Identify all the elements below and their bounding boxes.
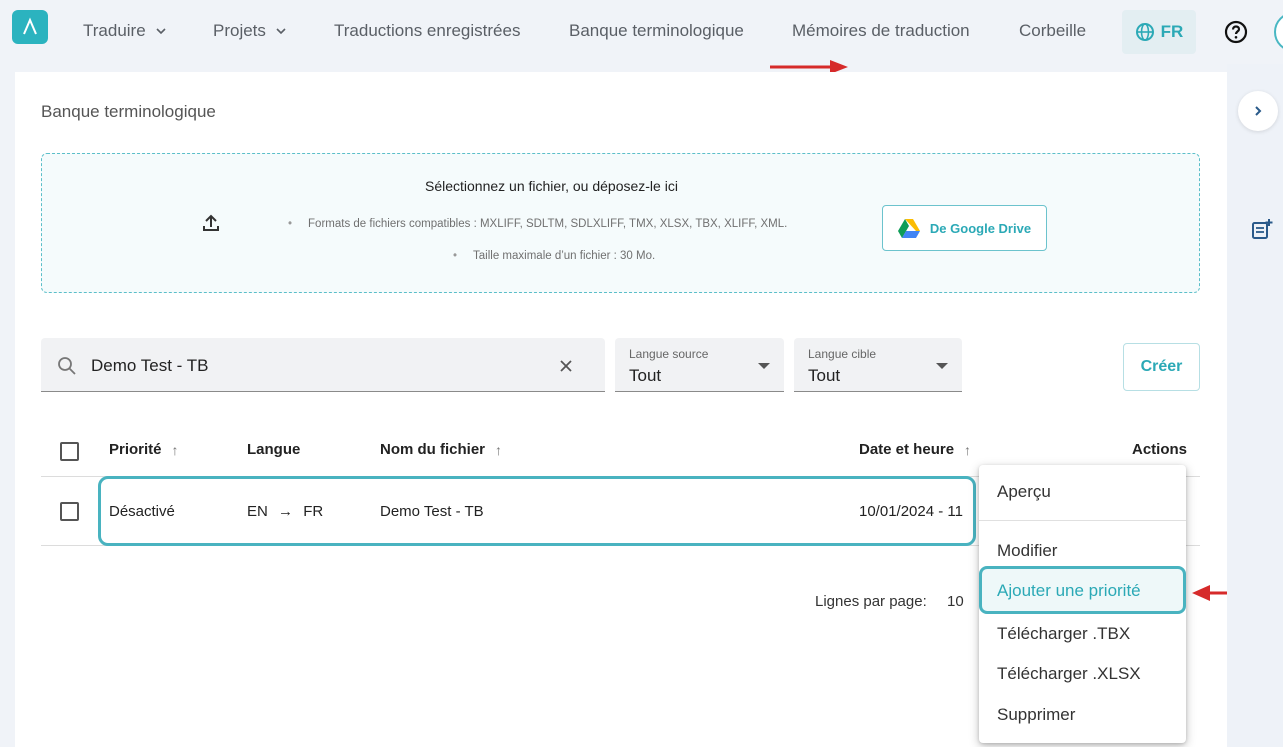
nav-memoires-de-traduction[interactable]: Mémoires de traduction [792,21,970,41]
menu-item-telecharger-tbx[interactable]: Télécharger .TBX [997,624,1130,644]
column-header-language: Langue [247,441,301,458]
close-icon[interactable] [557,357,575,375]
row-checkbox[interactable] [60,502,79,521]
nav-projets[interactable]: Projets [213,21,288,41]
sort-arrow-up-icon: ↑ [964,441,972,458]
lambda-logo-icon [23,17,37,35]
select-all-checkbox[interactable] [60,442,79,461]
column-header-filename[interactable]: Nom du fichier ↑ [380,441,502,458]
top-navigation: Traduire Projets Traductions enregistrée… [0,0,1283,64]
search-input[interactable]: Demo Test - TB [91,356,208,376]
language-switcher[interactable]: FR [1122,10,1196,54]
menu-item-modifier[interactable]: Modifier [997,541,1057,561]
chevron-down-icon [276,28,286,35]
menu-item-telecharger-xlsx[interactable]: Télécharger .XLSX [997,664,1141,684]
rows-per-page-select[interactable]: 10 [947,593,964,610]
search-field[interactable]: Demo Test - TB [41,338,605,392]
menu-item-apercu[interactable]: Aperçu [997,482,1051,502]
user-avatar[interactable] [1274,12,1283,52]
menu-divider [979,520,1186,521]
globe-icon [1135,23,1154,41]
file-dropzone[interactable]: Sélectionnez un fichier, ou déposez-le i… [41,153,1200,293]
google-drive-icon [897,219,920,238]
dropzone-max-size: • Taille maximale d’un fichier : 30 Mo. [453,250,656,262]
caret-down-icon [936,363,948,369]
search-icon [58,357,76,375]
menu-item-ajouter-priorite[interactable]: Ajouter une priorité [997,581,1141,601]
chevron-down-icon [156,28,166,35]
column-header-priority[interactable]: Priorité ↑ [109,441,179,458]
google-drive-button[interactable]: De Google Drive [882,205,1047,251]
nav-traductions-enregistrees[interactable]: Traductions enregistrées [334,21,520,41]
row-highlight-annotation [98,476,976,546]
sort-arrow-up-icon: ↑ [495,441,503,458]
create-button[interactable]: Créer [1123,343,1200,391]
sidebar-toggle-button[interactable] [1238,91,1278,131]
chevron-right-icon [1255,106,1262,116]
dropzone-formats: • Formats de fichiers compatibles : MXLIF… [288,218,788,230]
sort-arrow-up-icon: ↑ [171,441,179,458]
caret-down-icon [758,363,770,369]
target-language-select[interactable]: Langue cible Tout [794,338,962,392]
rows-per-page-label: Lignes par page: [815,593,927,610]
help-circle-icon[interactable] [1224,20,1248,44]
nav-corbeille[interactable]: Corbeille [1019,21,1086,41]
page-title: Banque terminologique [41,102,216,121]
dropzone-title: Sélectionnez un fichier, ou déposez-le i… [425,178,678,194]
app-logo[interactable] [12,10,48,44]
nav-traduire[interactable]: Traduire [83,21,168,41]
upload-icon [203,214,219,231]
nav-banque-terminologique[interactable]: Banque terminologique [569,21,744,41]
menu-item-supprimer[interactable]: Supprimer [997,705,1075,725]
column-header-datetime[interactable]: Date et heure ↑ [859,441,971,458]
right-sidebar [1227,64,1283,747]
actions-menu: Aperçu Modifier Ajouter une priorité Tél… [979,465,1186,743]
column-header-actions: Actions [1132,441,1188,458]
source-language-select[interactable]: Langue source Tout [615,338,784,392]
add-note-icon[interactable] [1251,218,1273,240]
